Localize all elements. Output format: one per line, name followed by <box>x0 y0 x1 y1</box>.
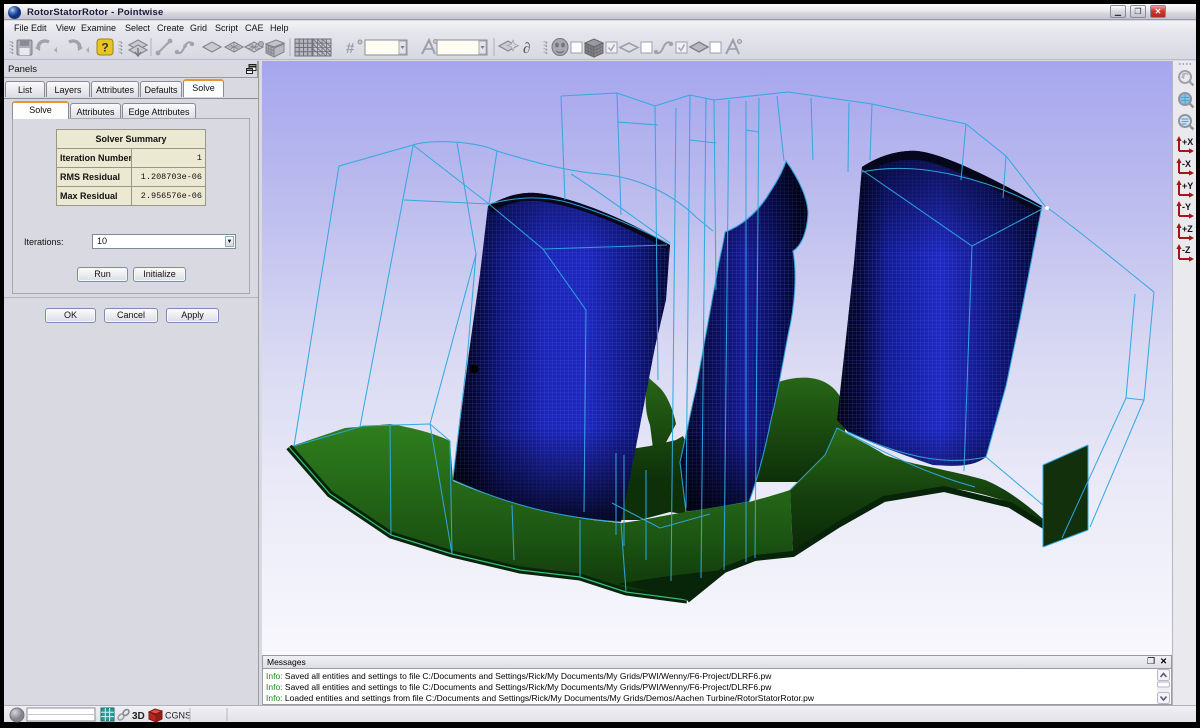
svg-text:+Z: +Z <box>1182 224 1193 234</box>
svg-text:CGNS: CGNS <box>165 711 191 721</box>
svg-text:-X: -X <box>1182 159 1191 169</box>
svg-text:3D: 3D <box>132 711 145 722</box>
svg-text:?: ? <box>101 41 108 55</box>
svg-text:-Y: -Y <box>1182 202 1191 212</box>
svg-text:+X: +X <box>1182 137 1193 147</box>
svg-text:+Y: +Y <box>1182 181 1193 191</box>
svg-text:-Z: -Z <box>1182 245 1191 255</box>
svg-text:#: # <box>346 40 355 57</box>
svg-text:∂: ∂ <box>523 41 530 57</box>
